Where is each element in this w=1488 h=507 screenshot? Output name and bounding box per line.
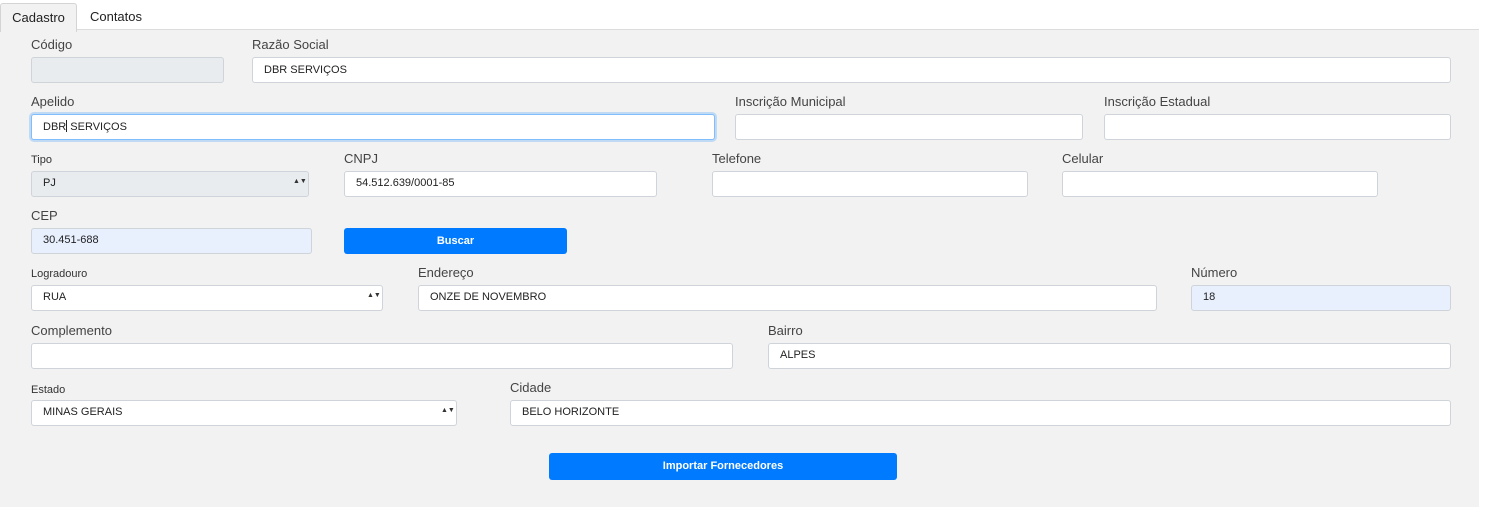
tipo-value: PJ [43, 177, 56, 189]
cnpj-field[interactable]: 54.512.639/0001-85 [344, 171, 657, 197]
celular-field[interactable] [1062, 171, 1378, 197]
bairro-field[interactable]: ALPES [768, 343, 1451, 369]
endereco-label: Endereço [418, 265, 474, 280]
celular-label: Celular [1062, 151, 1104, 166]
razao-social-label: Razão Social [252, 37, 329, 52]
inscricao-municipal-label: Inscrição Municipal [735, 94, 846, 109]
updown-arrows-icon: ▲▼ [367, 292, 381, 299]
razao-social-field[interactable]: DBR SERVIÇOS [252, 57, 1451, 83]
estado-value: MINAS GERAIS [43, 406, 123, 418]
updown-arrows-icon: ▲▼ [441, 407, 455, 414]
apelido-value-end: SERVIÇOS [67, 121, 127, 133]
cep-label: CEP [31, 208, 58, 223]
complemento-label: Complemento [31, 323, 112, 338]
telefone-field[interactable] [712, 171, 1028, 197]
inscricao-estadual-label: Inscrição Estadual [1104, 94, 1211, 109]
cnpj-label: CNPJ [344, 151, 378, 166]
estado-label: Estado [31, 384, 66, 396]
tab-cadastro[interactable]: Cadastro [0, 3, 77, 32]
inscricao-municipal-field[interactable] [735, 114, 1083, 140]
logradouro-value: RUA [43, 291, 67, 303]
importar-fornecedores-button[interactable]: Importar Fornecedores [549, 453, 897, 480]
buscar-button[interactable]: Buscar [344, 228, 567, 254]
cep-field[interactable]: 30.451-688 [31, 228, 312, 254]
codigo-label: Código [31, 37, 73, 52]
bairro-label: Bairro [768, 323, 803, 338]
updown-arrows-icon: ▲▼ [293, 178, 307, 185]
inscricao-estadual-field[interactable] [1104, 114, 1451, 140]
numero-field[interactable]: 18 [1191, 285, 1451, 311]
tab-bar: Cadastro Contatos [0, 0, 1488, 32]
apelido-field[interactable]: DBR SERVIÇOS [31, 114, 715, 140]
apelido-value-start: DBR [43, 121, 67, 133]
numero-label: Número [1191, 265, 1238, 280]
cidade-field[interactable]: BELO HORIZONTE [510, 400, 1451, 426]
logradouro-select[interactable]: RUA ▲▼ [31, 285, 383, 311]
tab-contatos[interactable]: Contatos [78, 3, 154, 30]
telefone-label: Telefone [712, 151, 762, 166]
tipo-label: Tipo [31, 154, 52, 166]
apelido-label: Apelido [31, 94, 75, 109]
estado-select[interactable]: MINAS GERAIS ▲▼ [31, 400, 457, 426]
cidade-label: Cidade [510, 380, 552, 395]
endereco-field[interactable]: ONZE DE NOVEMBRO [418, 285, 1157, 311]
codigo-field[interactable] [31, 57, 224, 83]
complemento-field[interactable] [31, 343, 733, 369]
tipo-select[interactable]: PJ ▲▼ [31, 171, 309, 197]
logradouro-label: Logradouro [31, 268, 88, 280]
